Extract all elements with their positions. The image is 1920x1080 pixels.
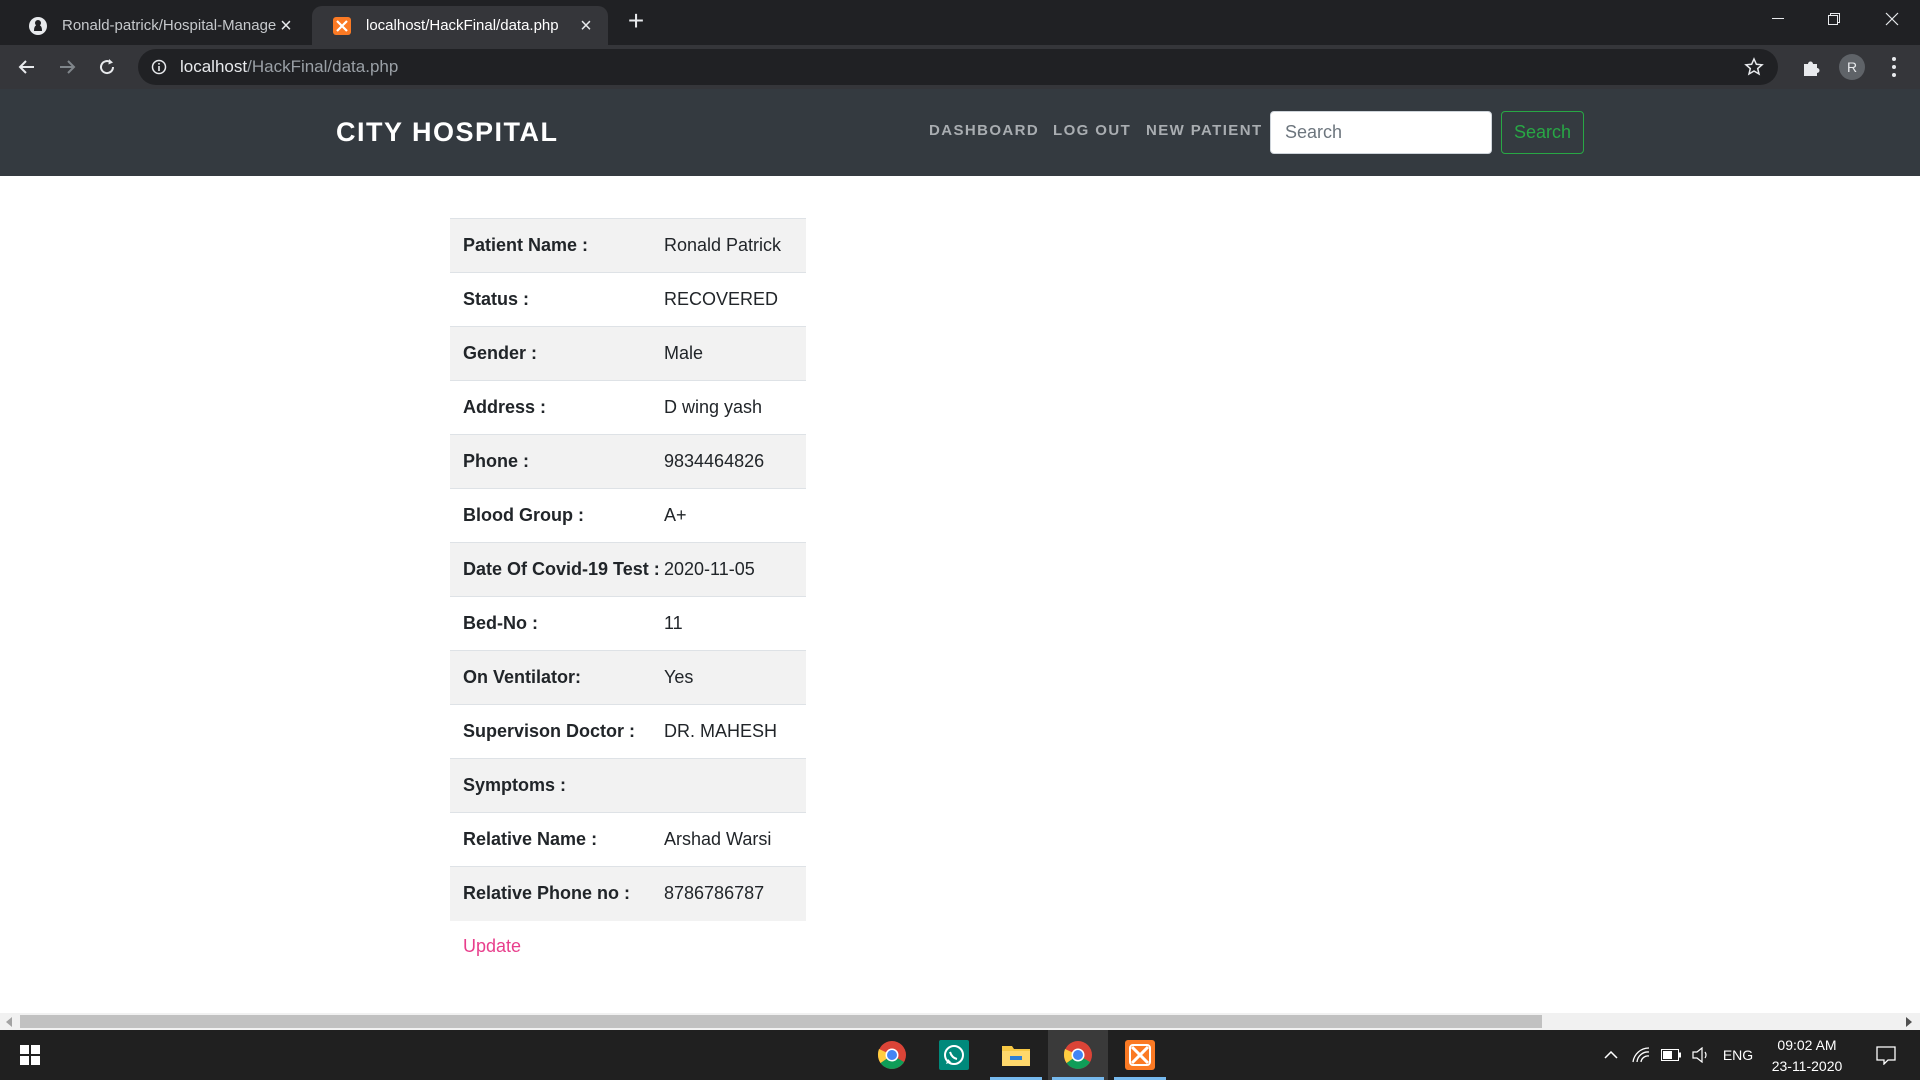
show-hidden-icons-chevron-icon[interactable] — [1598, 1030, 1624, 1080]
scroll-right-arrow-icon[interactable] — [1906, 1017, 1912, 1027]
row-value: Yes — [664, 650, 806, 705]
row-label: Phone : — [450, 434, 664, 489]
minimize-window-button[interactable] — [1750, 0, 1806, 38]
language-text: ENG — [1722, 1047, 1754, 1063]
extensions-puzzle-icon[interactable] — [1800, 57, 1822, 79]
table-row: Patient Name : Ronald Patrick — [450, 218, 806, 273]
update-link[interactable]: Update — [463, 936, 521, 957]
row-value: 2020-11-05 — [664, 542, 806, 597]
nav-dashboard-link[interactable]: DASHBOARD — [929, 122, 1039, 139]
row-label: Blood Group : — [450, 488, 664, 543]
row-label: Supervison Doctor : — [450, 704, 664, 759]
scrollbar-thumb[interactable] — [20, 1015, 1542, 1028]
close-tab-icon[interactable]: × — [576, 16, 596, 36]
table-row: On Ventilator: Yes — [450, 650, 806, 705]
row-label: Date Of Covid-19 Test : — [450, 542, 664, 597]
browser-menu-icon[interactable] — [1884, 55, 1904, 79]
table-row: Gender : Male — [450, 326, 806, 381]
search-button[interactable]: Search — [1501, 111, 1584, 154]
chrome-icon[interactable] — [862, 1030, 922, 1080]
forward-arrow-icon[interactable] — [53, 53, 81, 81]
system-clock[interactable]: 09:02 AM 23-11-2020 — [1762, 1035, 1852, 1077]
browser-tab-strip: Ronald-patrick/Hospital-Management × loc… — [0, 0, 1920, 45]
row-value: Arshad Warsi — [664, 812, 806, 867]
site-navbar: CITY HOSPITAL DASHBOARD LOG OUT NEW PATI… — [0, 89, 1920, 176]
clock-date: 23-11-2020 — [1771, 1058, 1843, 1074]
table-row: Relative Name : Arshad Warsi — [450, 812, 806, 867]
url-path: /HackFinal/data.php — [247, 57, 399, 76]
table-row: Blood Group : A+ — [450, 488, 806, 543]
file-explorer-icon[interactable] — [986, 1030, 1046, 1080]
row-value: DR. MAHESH — [664, 704, 806, 759]
row-label: Relative Phone no : — [450, 866, 664, 921]
row-label: Relative Name : — [450, 812, 664, 867]
tab-title: Ronald-patrick/Hospital-Management — [62, 17, 276, 34]
table-row: Address :D wing yash — [450, 380, 806, 435]
tab-github[interactable]: Ronald-patrick/Hospital-Management × — [8, 6, 308, 45]
windows-start-icon[interactable] — [0, 1030, 60, 1080]
patient-details-table: Patient Name : Ronald Patrick Status : REC… — [450, 218, 806, 921]
volume-icon[interactable] — [1688, 1030, 1714, 1080]
row-value: 8786786787 — [664, 866, 806, 921]
bookmark-star-icon[interactable] — [1744, 57, 1764, 77]
windows-taskbar: ENG 09:02 AM 23-11-2020 — [0, 1030, 1920, 1080]
table-row: Phone :9834464826 — [450, 434, 806, 489]
chrome-active-icon[interactable] — [1048, 1030, 1108, 1080]
row-value: RECOVERED — [664, 272, 806, 327]
github-icon — [28, 16, 48, 36]
address-bar[interactable]: localhost/HackFinal/data.php — [138, 49, 1778, 85]
xampp-favicon-icon — [332, 16, 352, 36]
row-value: Ronald Patrick — [664, 218, 806, 273]
language-indicator[interactable]: ENG — [1718, 1030, 1758, 1080]
xampp-icon[interactable] — [1110, 1030, 1170, 1080]
row-label: Status : — [450, 272, 664, 327]
row-value: Male — [664, 326, 806, 381]
scroll-left-arrow-icon[interactable] — [6, 1017, 12, 1027]
row-value — [664, 758, 806, 813]
row-label: On Ventilator: — [450, 650, 664, 705]
horizontal-scrollbar[interactable] — [0, 1013, 1920, 1030]
table-row: Status : RECOVERED — [450, 272, 806, 327]
brand-logo[interactable]: CITY HOSPITAL — [336, 117, 559, 148]
table-row: Bed-No :11 — [450, 596, 806, 651]
row-value: 9834464826 — [664, 434, 806, 489]
tab-localhost[interactable]: localhost/HackFinal/data.php × — [312, 6, 608, 45]
table-row: Symptoms : — [450, 758, 806, 813]
table-row: Date Of Covid-19 Test :2020-11-05 — [450, 542, 806, 597]
site-info-icon[interactable] — [150, 58, 168, 76]
close-tab-icon[interactable]: × — [276, 16, 296, 36]
table-row: Supervison Doctor : DR. MAHESH — [450, 704, 806, 759]
whatsapp-icon[interactable] — [924, 1030, 984, 1080]
row-value: 11 — [664, 596, 806, 651]
search-input[interactable] — [1270, 111, 1492, 154]
new-tab-button[interactable]: + — [622, 7, 650, 36]
nav-new-patient-link[interactable]: NEW PATIENT — [1146, 122, 1263, 139]
battery-icon[interactable] — [1658, 1030, 1684, 1080]
row-label: Symptoms : — [450, 758, 664, 813]
browser-toolbar: localhost/HackFinal/data.php R — [0, 45, 1920, 89]
table-row: Relative Phone no :8786786787 — [450, 866, 806, 921]
url-text: localhost/HackFinal/data.php — [180, 57, 398, 77]
restore-window-button[interactable] — [1806, 0, 1862, 38]
row-label: Address : — [450, 380, 664, 435]
row-value: D wing yash — [664, 380, 806, 435]
profile-avatar[interactable]: R — [1839, 54, 1865, 80]
wifi-icon[interactable] — [1628, 1030, 1654, 1080]
url-host: localhost — [180, 57, 248, 76]
row-label: Patient Name : — [450, 218, 664, 273]
notifications-icon[interactable] — [1866, 1030, 1906, 1080]
row-label: Gender : — [450, 326, 664, 381]
row-value: A+ — [664, 488, 806, 543]
row-label: Bed-No : — [450, 596, 664, 651]
close-window-button[interactable] — [1864, 0, 1920, 38]
back-arrow-icon[interactable] — [13, 53, 41, 81]
reload-icon[interactable] — [93, 53, 121, 81]
nav-logout-link[interactable]: LOG OUT — [1053, 122, 1131, 139]
tab-title: localhost/HackFinal/data.php — [366, 17, 559, 34]
clock-time: 09:02 AM — [1777, 1037, 1837, 1053]
